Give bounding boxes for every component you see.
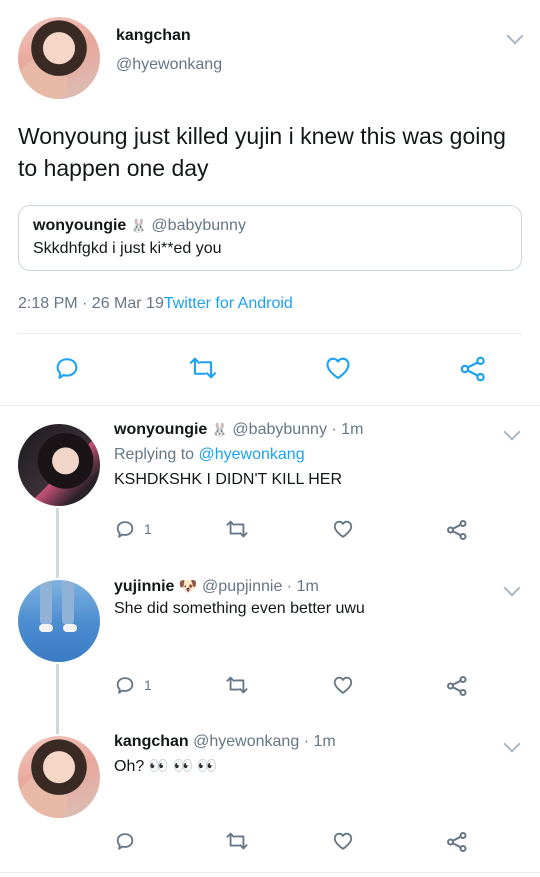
reply-text: She did something even better uwu (114, 600, 365, 617)
reply-button[interactable] (114, 830, 136, 852)
retweet-icon (226, 832, 248, 850)
bunny-emoji-icon: 🐰 (211, 422, 228, 437)
reply-button[interactable]: 1 (114, 674, 152, 696)
quoted-tweet[interactable]: wonyoungie 🐰 @babybunny Skkdhfgkd i just… (18, 205, 522, 271)
reply-time: · 1m (331, 421, 364, 438)
heart-icon (333, 520, 353, 538)
reply-time: · 1m (286, 578, 319, 595)
reply-icon (56, 358, 78, 379)
author-handle[interactable]: @hyewonkang (116, 56, 222, 74)
like-button[interactable] (332, 674, 354, 696)
reply-text: KSHDKSHK I DIDN'T KILL HER (114, 471, 342, 488)
reply-handle[interactable]: @hyewonkang (193, 733, 299, 750)
like-button[interactable] (332, 518, 354, 540)
reply-button[interactable] (53, 354, 81, 382)
heart-icon (333, 676, 353, 694)
reply-icon (116, 677, 134, 694)
tweet-timestamp: 2:18 PM · 26 Mar 19 (18, 295, 164, 312)
retweet-icon (226, 520, 248, 538)
share-button[interactable] (445, 830, 469, 854)
like-button[interactable] (323, 354, 353, 382)
retweet-icon (189, 357, 217, 379)
reply-count: 1 (144, 677, 152, 693)
thread-line (56, 664, 59, 734)
replying-to-link[interactable]: @hyewonkang (199, 446, 305, 463)
reply-count: 1 (144, 521, 152, 537)
retweet-button[interactable] (225, 674, 249, 696)
quoted-display-name: wonyoungie (33, 217, 127, 234)
share-icon (447, 520, 467, 540)
share-icon (447, 676, 467, 696)
dog-emoji-icon: 🐶 (178, 578, 198, 595)
divider (0, 405, 540, 406)
tweet-text: Wonyoung just killed yujin i knew this w… (18, 123, 506, 181)
quoted-handle: @babybunny (151, 217, 246, 234)
share-button[interactable] (445, 674, 469, 698)
chevron-down-icon[interactable] (503, 579, 521, 597)
quoted-text: Skkdhfgkd i just ki**ed you (33, 240, 222, 257)
reply-avatar[interactable] (18, 580, 100, 662)
like-button[interactable] (332, 830, 354, 852)
share-button[interactable] (458, 354, 488, 384)
reply-display-name[interactable]: wonyoungie (114, 421, 207, 438)
reply-handle[interactable]: @babybunny (232, 421, 327, 438)
retweet-button[interactable] (225, 830, 249, 852)
reply-time: · 1m (303, 733, 336, 750)
bunny-emoji-icon: 🐰 (130, 218, 147, 233)
divider (0, 872, 540, 873)
chevron-down-icon[interactable] (503, 735, 521, 753)
tweet-source-link[interactable]: Twitter for Android (164, 295, 293, 312)
share-icon (447, 832, 467, 852)
replying-to-label: Replying to (114, 446, 195, 463)
reply-icon (116, 833, 134, 850)
author-avatar[interactable] (18, 17, 100, 99)
author-display-name[interactable]: kangchan (116, 27, 191, 45)
heart-icon (326, 357, 350, 379)
reply-button[interactable]: 1 (114, 518, 152, 540)
chevron-down-icon[interactable] (503, 423, 521, 441)
retweet-icon (226, 676, 248, 694)
chevron-down-icon[interactable] (506, 27, 524, 45)
thread-line (56, 508, 59, 578)
retweet-button[interactable] (225, 518, 249, 540)
retweet-button[interactable] (188, 354, 218, 382)
share-icon (460, 356, 485, 382)
reply-avatar[interactable] (18, 736, 100, 818)
reply-handle[interactable]: @pupjinnie (202, 578, 282, 595)
share-button[interactable] (445, 518, 469, 542)
reply-icon (116, 521, 134, 538)
heart-icon (333, 832, 353, 850)
reply-display-name[interactable]: yujinnie (114, 578, 174, 595)
reply-text: Oh? 👀 👀 👀 (114, 758, 218, 775)
divider (18, 333, 522, 334)
reply-avatar[interactable] (18, 424, 100, 506)
reply-display-name[interactable]: kangchan (114, 733, 189, 750)
